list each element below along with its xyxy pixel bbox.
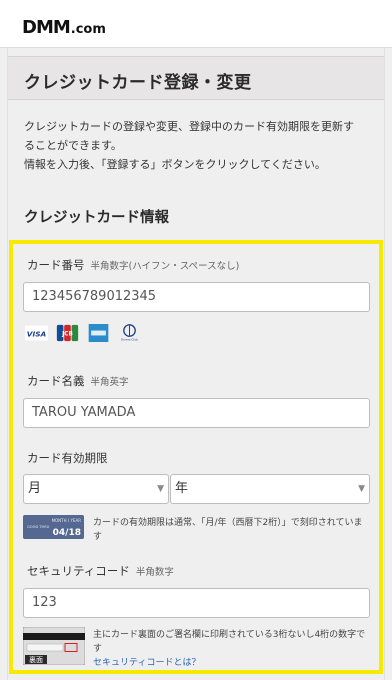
intro-line-2: 情報を入力後、「登録する」ボタンをクリックしてください。: [24, 158, 326, 171]
card-back-illustration: 裏面: [23, 627, 85, 665]
card-number-hint: 半角数字(ハイフン・スペースなし): [90, 261, 240, 272]
expiry-label: カード有効期限: [27, 451, 108, 465]
page-title: クレジットカード登録・変更: [24, 73, 252, 93]
security-note: 主にカード裏面のご署名欄に印刷されている3桁ないし4桁の数字です セキュリティコ…: [93, 628, 371, 670]
security-code-input[interactable]: 123: [23, 588, 370, 618]
exp-card-caption: MONTH / YEAR: [52, 518, 82, 523]
card-number-input[interactable]: 123456789012345: [23, 282, 370, 312]
logo-suffix: .com: [70, 22, 106, 37]
jcb-logo-text: JCB: [61, 331, 73, 337]
card-name-label-text: カード名義: [27, 374, 85, 388]
expiry-year-value: 年: [175, 481, 189, 496]
security-code-hint: 半角数字: [135, 567, 174, 578]
security-code-label-text: セキュリティコード: [27, 564, 130, 578]
jcb-icon: JCB: [56, 324, 79, 342]
security-note-text: 主にカード裏面のご署名欄に印刷されている3桁ないし4桁の数字です: [93, 630, 366, 654]
security-code-help-link[interactable]: セキュリティコードとは？: [93, 658, 200, 668]
page-left-border: [7, 48, 8, 680]
expiry-month-select[interactable]: 月 ▼: [23, 474, 169, 504]
expiry-card-illustration: MONTH / YEAR GOOD THRU 04/18: [23, 515, 84, 539]
credit-card-form: カード番号 半角数字(ハイフン・スペースなし) 123456789012345 V…: [9, 240, 383, 674]
expiry-month-value: 月: [28, 481, 42, 496]
page-title-bar: クレジットカード登録・変更: [8, 56, 384, 100]
visa-icon: VISA: [25, 325, 48, 341]
intro-line-1: クレジットカードの登録や変更、登録中のカード有効期限を更新することができます。: [24, 120, 354, 152]
amex-icon: [88, 324, 109, 342]
intro-text: クレジットカードの登録や変更、登録中のカード有効期限を更新することができます。 …: [24, 117, 364, 174]
page-right-border: [384, 48, 385, 680]
chevron-down-icon: ▼: [358, 484, 365, 494]
chevron-down-icon: ▼: [157, 484, 164, 494]
card-number-label: カード番号 半角数字(ハイフン・スペースなし): [27, 257, 239, 273]
card-name-hint: 半角英字: [90, 377, 129, 388]
card-name-label: カード名義 半角英字: [27, 373, 129, 389]
security-code-label: セキュリティコード 半角数字: [27, 563, 174, 579]
diners-icon: Diners Club: [121, 324, 138, 341]
exp-card-value: 04/18: [53, 528, 81, 538]
site-header: DMM .com: [0, 0, 392, 48]
visa-logo-text: VISA: [27, 329, 47, 338]
card-number-label-text: カード番号: [27, 258, 85, 272]
logo-mark: DMM: [22, 17, 71, 38]
diners-logo-text: Diners Club: [121, 337, 138, 341]
exp-card-good-thru: GOOD THRU: [27, 525, 50, 529]
expiry-year-select[interactable]: 年 ▼: [170, 474, 370, 504]
expiry-note: カードの有効期限は通常、「月/年（西暦下2桁）」で刻印されています: [93, 518, 363, 542]
card-name-input[interactable]: TAROU YAMADA: [23, 398, 370, 428]
section-title: クレジットカード情報: [24, 210, 169, 226]
dmm-logo[interactable]: DMM .com: [22, 17, 106, 38]
card-brand-logos: VISA JCB Diners Club: [25, 324, 141, 342]
card-back-label: 裏面: [29, 655, 43, 664]
